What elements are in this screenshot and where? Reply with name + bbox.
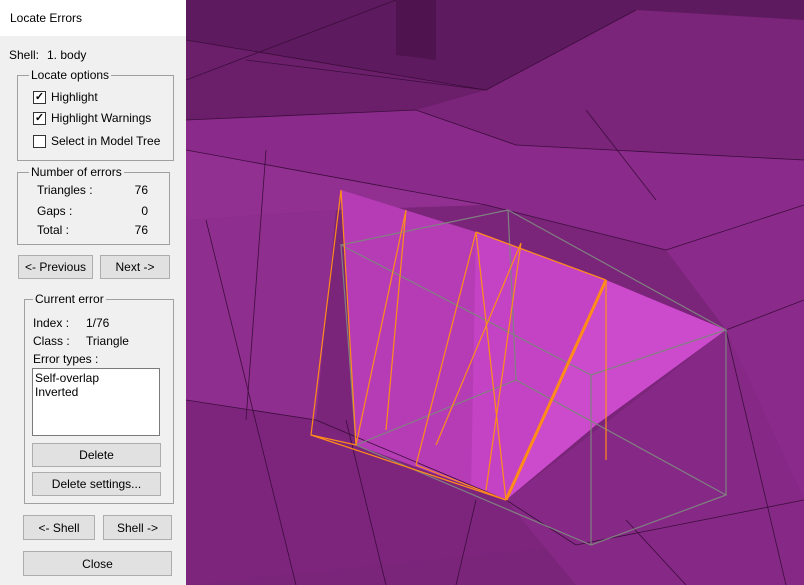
previous-shell-button[interactable]: <- Shell xyxy=(23,515,95,540)
class-value: Triangle xyxy=(86,334,129,348)
mesh-render xyxy=(186,0,804,585)
error-type-item[interactable]: Self-overlap xyxy=(35,371,157,385)
mesh-face xyxy=(396,0,436,60)
highlight-checkbox[interactable]: ✓ xyxy=(33,91,46,104)
number-of-errors-legend: Number of errors xyxy=(29,165,124,179)
gaps-label: Gaps : xyxy=(37,204,73,218)
locate-options-legend: Locate options xyxy=(29,68,112,82)
index-value: 1/76 xyxy=(86,316,110,330)
select-in-model-tree-label: Select in Model Tree xyxy=(51,134,161,148)
error-types-label: Error types : xyxy=(33,352,99,366)
total-label: Total : xyxy=(37,223,70,237)
title-bar: Locate Errors xyxy=(0,0,186,36)
next-error-button[interactable]: Next -> xyxy=(100,255,170,279)
previous-error-button[interactable]: <- Previous xyxy=(18,255,93,279)
highlight-label: Highlight xyxy=(51,90,98,104)
triangles-count: 76 xyxy=(134,183,148,197)
highlight-warnings-label: Highlight Warnings xyxy=(51,111,152,125)
select-in-model-tree-checkbox[interactable] xyxy=(33,135,46,148)
delete-button[interactable]: Delete xyxy=(32,443,161,467)
locate-errors-dialog: Locate Errors Shell: 1. body Locate opti… xyxy=(0,0,186,585)
highlight-warnings-checkbox[interactable]: ✓ xyxy=(33,112,46,125)
index-label: Index : xyxy=(33,316,70,330)
shell-label: Shell: xyxy=(9,48,40,62)
class-label: Class : xyxy=(33,334,70,348)
dialog-title: Locate Errors xyxy=(10,11,83,25)
next-shell-button[interactable]: Shell -> xyxy=(103,515,172,540)
error-types-list[interactable]: Self-overlap Inverted xyxy=(32,368,160,436)
shell-value: 1. body xyxy=(47,48,87,62)
error-type-item[interactable]: Inverted xyxy=(35,385,157,399)
3d-viewport[interactable] xyxy=(186,0,804,585)
delete-settings-button[interactable]: Delete settings... xyxy=(32,472,161,496)
mesh-face xyxy=(186,210,336,420)
current-error-legend: Current error xyxy=(33,292,106,306)
close-button[interactable]: Close xyxy=(23,551,172,576)
triangles-label: Triangles : xyxy=(37,183,93,197)
total-count: 76 xyxy=(134,223,148,237)
gaps-count: 0 xyxy=(141,204,148,218)
